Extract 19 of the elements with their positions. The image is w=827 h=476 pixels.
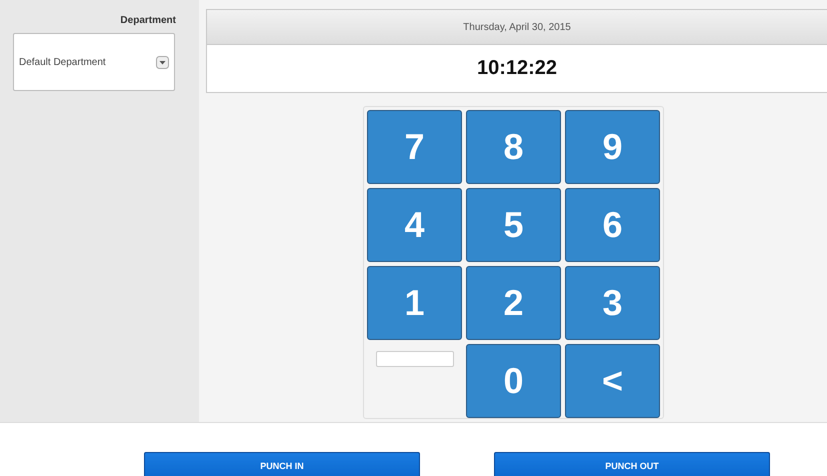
time-display: 10:12:22: [476, 56, 558, 81]
dropdown-caret-icon: [156, 56, 169, 68]
pin-input-field[interactable]: [376, 351, 454, 367]
keypad-key[interactable]: 9: [565, 110, 660, 184]
keypad-key[interactable]: 0: [466, 344, 561, 418]
keypad-key[interactable]: <: [565, 344, 660, 418]
keypad-key[interactable]: 1: [367, 266, 462, 340]
keypad-key[interactable]: 7: [367, 110, 462, 184]
keypad-key[interactable]: 5: [466, 188, 561, 262]
keypad-key[interactable]: 3: [565, 266, 660, 340]
punch-button[interactable]: PUNCH IN: [144, 452, 420, 476]
keypad-key[interactable]: 6: [565, 188, 660, 262]
department-label: Department: [120, 15, 176, 26]
date-label: Thursday, April 30, 2015: [207, 10, 827, 45]
keypad-key[interactable]: 4: [367, 188, 462, 262]
department-select[interactable]: Default Department: [13, 33, 175, 91]
keypad-key[interactable]: 2: [466, 266, 561, 340]
punch-button[interactable]: PUNCH OUT: [494, 452, 770, 476]
keypad-key[interactable]: 8: [466, 110, 561, 184]
